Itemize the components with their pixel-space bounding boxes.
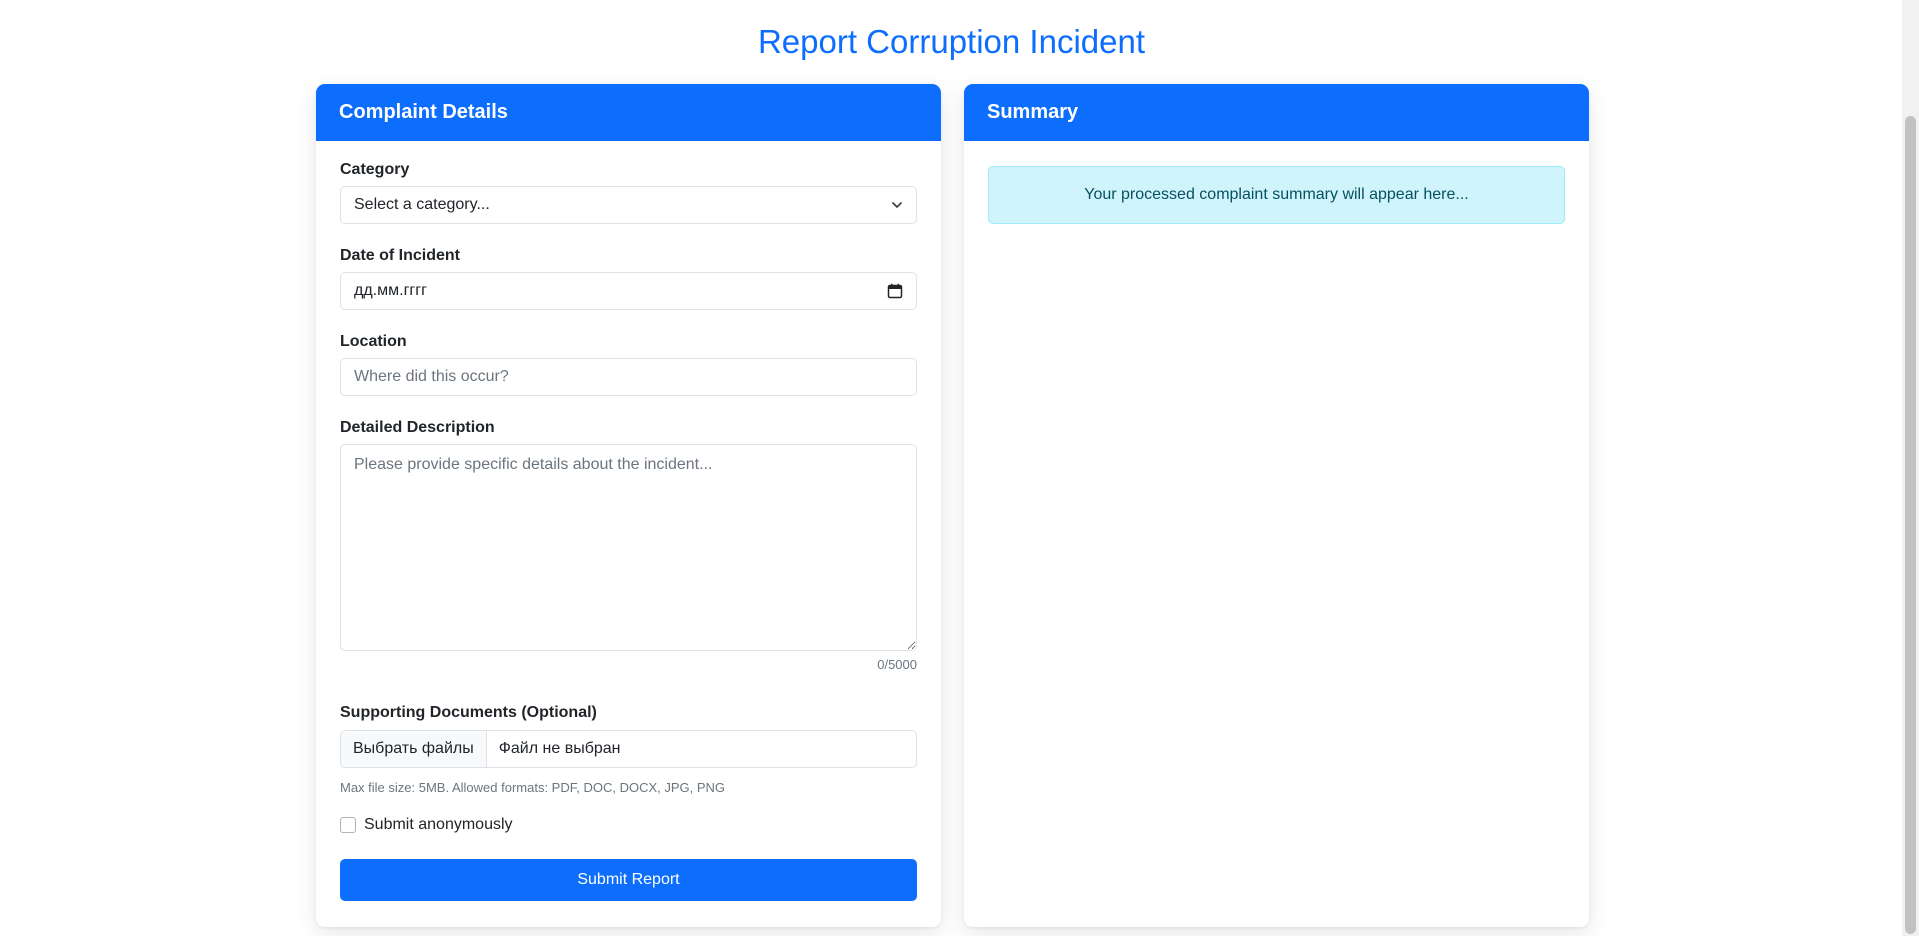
page-title: Report Corruption Incident: [757, 23, 1146, 60]
chevron-down-icon: [892, 202, 902, 208]
summary-placeholder-alert: Your processed complaint summary will ap…: [988, 166, 1565, 224]
character-counter: 0/5000: [877, 657, 917, 672]
documents-label: Supporting Documents (Optional): [340, 704, 597, 721]
summary-header: Summary: [964, 84, 1589, 141]
location-input[interactable]: [340, 358, 917, 396]
scrollbar-thumb[interactable]: [1905, 116, 1916, 934]
file-hint: Max file size: 5MB. Allowed formats: PDF…: [340, 780, 726, 795]
choose-files-button[interactable]: Выбрать файлы: [341, 731, 487, 767]
complaint-details-card: Complaint Details Category Select a cate…: [316, 84, 941, 927]
category-select-value: Select a category...: [354, 196, 490, 213]
anonymous-label: Submit anonymously: [364, 816, 513, 833]
anonymous-option[interactable]: Submit anonymously: [340, 816, 513, 834]
description-label: Detailed Description: [340, 419, 495, 436]
date-label: Date of Incident: [340, 247, 461, 264]
date-input[interactable]: дд.мм.гггг: [340, 272, 917, 310]
file-input[interactable]: Выбрать файлы Файл не выбран: [340, 730, 917, 768]
vertical-scrollbar[interactable]: [1902, 0, 1919, 936]
location-label: Location: [340, 333, 407, 350]
category-select[interactable]: Select a category...: [340, 186, 917, 224]
submit-report-button[interactable]: Submit Report: [340, 859, 917, 901]
complaint-details-header: Complaint Details: [316, 84, 941, 141]
description-textarea[interactable]: [340, 444, 917, 651]
file-status: Файл не выбран: [498, 740, 621, 757]
anonymous-checkbox[interactable]: [340, 817, 356, 833]
summary-card: Summary Your processed complaint summary…: [964, 84, 1589, 927]
date-input-placeholder: дд.мм.гггг: [354, 282, 427, 299]
calendar-icon[interactable]: [887, 283, 903, 299]
category-label: Category: [340, 161, 410, 178]
